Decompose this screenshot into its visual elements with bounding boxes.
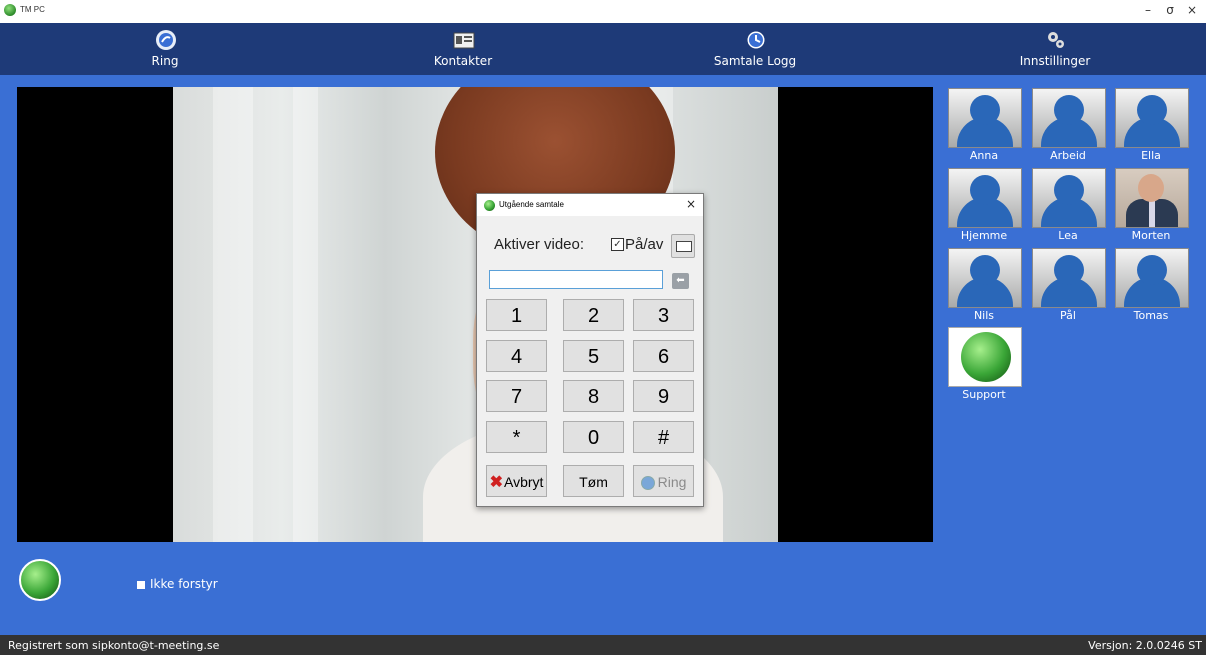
support-tile: [948, 327, 1022, 387]
minimize-button[interactable]: –: [1138, 3, 1158, 17]
key-6[interactable]: 6: [633, 340, 694, 372]
number-input[interactable]: [489, 270, 663, 289]
clear-button[interactable]: Tøm: [563, 465, 624, 497]
app-globe-icon: [4, 4, 16, 16]
close-button[interactable]: ×: [1182, 3, 1202, 17]
ring-label: Ring: [657, 474, 687, 490]
do-not-disturb-toggle[interactable]: Ikke forstyr: [137, 577, 218, 591]
key-8[interactable]: 8: [563, 380, 624, 412]
contacts-card-button[interactable]: [671, 234, 695, 258]
person-icon: [948, 248, 1022, 308]
person-icon: [1032, 248, 1106, 308]
cancel-label: Avbryt: [503, 474, 544, 490]
dnd-checkbox[interactable]: [137, 580, 145, 589]
version-label: Versjon: 2.0.0246 ST: [1088, 639, 1202, 652]
ring-globe-icon: [156, 30, 176, 50]
video-checkbox[interactable]: ✓: [611, 238, 624, 251]
key-2[interactable]: 2: [563, 299, 624, 331]
key-1[interactable]: 1: [486, 299, 547, 331]
nav-label-innstillinger: Innstillinger: [1019, 54, 1091, 68]
key-5[interactable]: 5: [563, 340, 624, 372]
contact-anna[interactable]: Anna: [945, 88, 1022, 166]
dnd-label: Ikke forstyr: [150, 577, 218, 591]
contact-nils[interactable]: Nils: [945, 248, 1022, 326]
contact-pal[interactable]: Pål: [1029, 248, 1106, 326]
status-globe-icon[interactable]: [19, 559, 61, 601]
contact-lea[interactable]: Lea: [1029, 168, 1106, 246]
key-0[interactable]: 0: [563, 421, 624, 453]
person-icon: [1032, 88, 1106, 148]
gears-icon: [1048, 32, 1064, 48]
maximize-button[interactable]: σ: [1160, 3, 1180, 17]
contacts-card-icon: [453, 32, 475, 49]
key-hash[interactable]: #: [633, 421, 694, 453]
contact-hjemme[interactable]: Hjemme: [945, 168, 1022, 246]
window-titlebar: TM PC – σ ×: [0, 0, 1206, 23]
red-x-icon: ✖: [489, 474, 503, 491]
nav-label-samtale-logg: Samtale Logg: [713, 54, 797, 68]
person-icon: [1032, 168, 1106, 228]
key-3[interactable]: 3: [633, 299, 694, 331]
cancel-button[interactable]: ✖Avbryt: [486, 465, 547, 497]
person-icon: [1115, 248, 1189, 308]
nav-ring[interactable]: Ring: [15, 23, 315, 75]
nav-label-ring: Ring: [151, 54, 179, 68]
globe-icon: [961, 332, 1011, 382]
video-label: Aktiver video:: [494, 236, 585, 253]
nav-label-kontakter: Kontakter: [433, 54, 493, 68]
nav-samtale-logg[interactable]: Samtale Logg: [605, 23, 905, 75]
person-icon: [948, 88, 1022, 148]
video-area: [17, 87, 933, 542]
person-icon: [1115, 88, 1189, 148]
main-navbar: Ring Kontakter Samtale Logg Innstillinge…: [0, 23, 1206, 75]
contact-support[interactable]: Support: [945, 327, 1022, 405]
registration-status: Registrert som sipkonto@t-meeting.se: [8, 639, 220, 652]
key-star[interactable]: *: [486, 421, 547, 453]
ring-phone-icon: [640, 476, 655, 491]
contact-card-icon: [676, 241, 692, 252]
contact-morten[interactable]: Morten: [1112, 168, 1189, 246]
backspace-arrow-icon: ⬅: [676, 275, 685, 286]
backspace-button[interactable]: ⬅: [672, 273, 689, 289]
contact-tomas[interactable]: Tomas: [1112, 248, 1189, 326]
status-bar: Registrert som sipkonto@t-meeting.se Ver…: [0, 635, 1206, 655]
key-4[interactable]: 4: [486, 340, 547, 372]
contact-arbeid[interactable]: Arbeid: [1029, 88, 1106, 166]
key-7[interactable]: 7: [486, 380, 547, 412]
dialog-titlebar: Utgående samtale ×: [477, 194, 703, 216]
dialog-title: Utgående samtale: [499, 200, 564, 209]
ring-button[interactable]: Ring: [633, 465, 694, 497]
contact-photo: [1115, 168, 1189, 228]
person-icon: [948, 168, 1022, 228]
clock-icon: [746, 30, 766, 50]
dialog-close-button[interactable]: ×: [683, 197, 699, 211]
outgoing-call-dialog: Utgående samtale × Aktiver video: ✓ På/a…: [476, 193, 704, 507]
window-title: TM PC: [20, 5, 45, 14]
dialog-globe-icon: [484, 200, 495, 211]
video-checkbox-label[interactable]: På/av: [625, 236, 663, 253]
contact-ella[interactable]: Ella: [1112, 88, 1189, 166]
key-9[interactable]: 9: [633, 380, 694, 412]
nav-kontakter[interactable]: Kontakter: [313, 23, 613, 75]
nav-innstillinger[interactable]: Innstillinger: [905, 23, 1205, 75]
